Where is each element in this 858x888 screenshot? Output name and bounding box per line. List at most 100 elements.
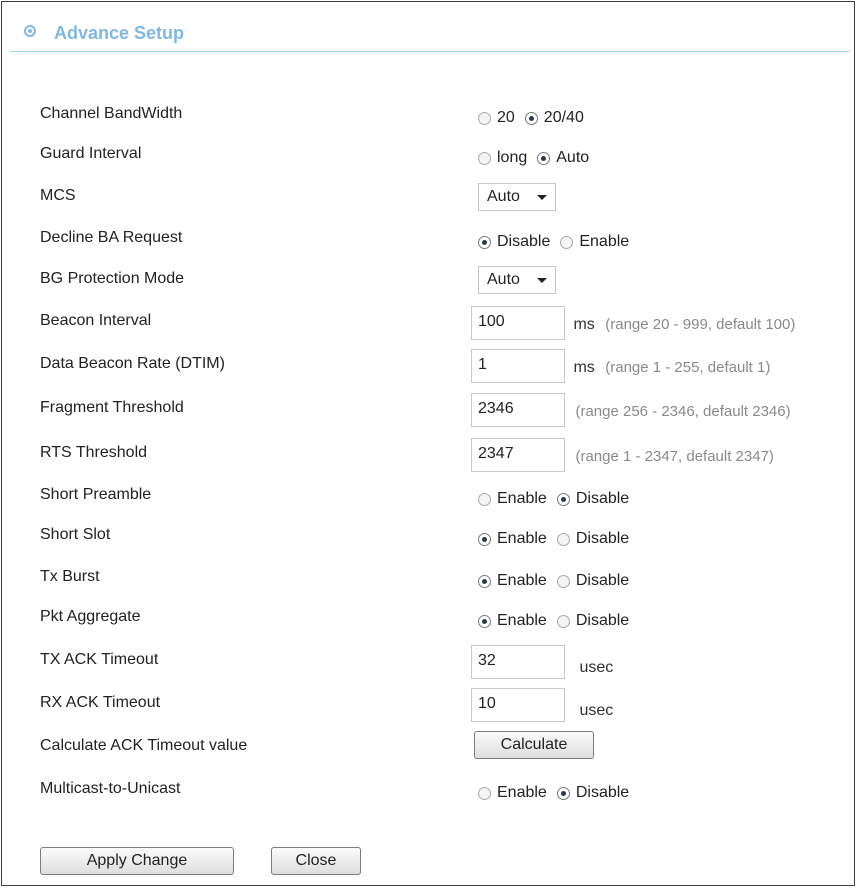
row-fragment-threshold: Fragment Threshold 2346 (range 256 - 234… xyxy=(2,393,858,439)
row-rx-ack-timeout: RX ACK Timeout 10 usec xyxy=(2,688,858,734)
fragment-threshold-input[interactable]: 2346 xyxy=(471,393,565,427)
calculate-ack-label: Calculate ACK Timeout value xyxy=(40,737,248,754)
guard-interval-radio-group: long Auto xyxy=(478,147,599,169)
decline-ba-request-radio-group: Disable Enable xyxy=(478,231,639,253)
data-beacon-rate-input[interactable]: 1 xyxy=(471,349,565,383)
row-multicast-to-unicast: Multicast-to-Unicast Enable Disable xyxy=(2,780,858,820)
mcs-select[interactable]: Auto xyxy=(478,183,556,211)
row-mcs: MCS Auto xyxy=(2,183,858,227)
radio-button-selected-icon[interactable] xyxy=(556,786,570,800)
decline-ba-option-disable[interactable]: Disable xyxy=(478,233,550,251)
tx-burst-option-disable[interactable]: Disable xyxy=(556,572,629,590)
radio-button-icon[interactable] xyxy=(478,111,491,125)
pkt-aggregate-radio-group: Enable Disable xyxy=(478,610,639,632)
row-rts-threshold: RTS Threshold 2347 (range 1 - 2347, defa… xyxy=(2,438,858,484)
multicast-to-unicast-label: Multicast-to-Unicast xyxy=(40,780,181,797)
tx-ack-timeout-unit: usec xyxy=(579,659,614,676)
radio-button-selected-icon[interactable] xyxy=(478,235,491,249)
row-guard-interval: Guard Interval long Auto xyxy=(2,145,858,185)
short-slot-option-disable[interactable]: Disable xyxy=(556,530,629,548)
tx-burst-radio-group: Enable Disable xyxy=(478,570,639,592)
data-beacon-rate-unit: ms xyxy=(573,359,595,376)
beacon-interval-hint: (range 20 - 999, default 100) xyxy=(605,316,796,333)
advance-setup-panel: Advance Setup Channel BandWidth 20 20/40… xyxy=(1,1,855,886)
fragment-threshold-control: 2346 (range 256 - 2346, default 2346) xyxy=(471,393,791,439)
channel-bandwidth-option-20[interactable]: 20 xyxy=(478,109,515,127)
multicast-to-unicast-radio-group: Enable Disable xyxy=(478,782,639,804)
rx-ack-timeout-control: 10 usec xyxy=(471,688,613,734)
guard-interval-option-long[interactable]: long xyxy=(478,149,527,167)
decline-ba-option-enable[interactable]: Enable xyxy=(560,233,629,251)
calculate-control: Calculate xyxy=(474,731,594,771)
pkt-aggregate-option-enable[interactable]: Enable xyxy=(478,612,547,630)
channel-bandwidth-radio-group: 20 20/40 xyxy=(478,107,594,129)
row-data-beacon-rate: Data Beacon Rate (DTIM) 1 ms (range 1 - … xyxy=(2,349,858,395)
short-preamble-option-enable[interactable]: Enable xyxy=(478,490,547,508)
apply-change-button[interactable]: Apply Change xyxy=(40,847,234,875)
radio-button-icon[interactable] xyxy=(556,532,570,546)
bg-protection-control: Auto xyxy=(478,266,556,310)
chevron-down-icon xyxy=(537,194,547,200)
target-icon xyxy=(24,25,36,37)
radio-button-icon[interactable] xyxy=(478,786,491,800)
tx-ack-timeout-input[interactable]: 32 xyxy=(471,645,565,679)
beacon-interval-unit: ms xyxy=(573,316,595,333)
row-bg-protection-mode: BG Protection Mode Auto xyxy=(2,266,858,310)
rts-threshold-label: RTS Threshold xyxy=(40,444,148,461)
beacon-interval-label: Beacon Interval xyxy=(40,312,152,329)
page-title: Advance Setup xyxy=(54,23,185,43)
radio-button-selected-icon[interactable] xyxy=(478,532,491,546)
rx-ack-timeout-label: RX ACK Timeout xyxy=(40,694,161,711)
fragment-threshold-hint: (range 256 - 2346, default 2346) xyxy=(575,403,791,420)
pkt-aggregate-label: Pkt Aggregate xyxy=(40,608,141,625)
short-preamble-label: Short Preamble xyxy=(40,486,152,503)
channel-bandwidth-option-20-40[interactable]: 20/40 xyxy=(524,109,584,127)
radio-button-selected-icon[interactable] xyxy=(524,111,538,125)
chevron-down-icon xyxy=(537,277,547,283)
data-beacon-rate-control: 1 ms (range 1 - 255, default 1) xyxy=(471,349,771,395)
row-decline-ba-request: Decline BA Request Disable Enable xyxy=(2,229,858,269)
short-slot-radio-group: Enable Disable xyxy=(478,528,639,550)
radio-button-selected-icon[interactable] xyxy=(556,492,570,506)
radio-button-icon[interactable] xyxy=(560,235,574,249)
short-preamble-option-disable[interactable]: Disable xyxy=(556,490,629,508)
tx-burst-label: Tx Burst xyxy=(40,568,100,585)
decline-ba-request-label: Decline BA Request xyxy=(40,229,183,246)
radio-button-selected-icon[interactable] xyxy=(478,574,491,588)
short-slot-option-enable[interactable]: Enable xyxy=(478,530,547,548)
radio-button-selected-icon[interactable] xyxy=(478,614,491,628)
guard-interval-option-auto[interactable]: Auto xyxy=(537,149,589,167)
row-channel-bandwidth: Channel BandWidth 20 20/40 xyxy=(2,105,858,145)
radio-button-icon[interactable] xyxy=(556,614,570,628)
row-pkt-aggregate: Pkt Aggregate Enable Disable xyxy=(2,608,858,648)
close-button[interactable]: Close xyxy=(271,847,361,875)
tx-ack-timeout-label: TX ACK Timeout xyxy=(40,651,159,668)
tx-ack-timeout-control: 32 usec xyxy=(471,645,614,691)
radio-button-icon[interactable] xyxy=(478,151,491,165)
short-preamble-radio-group: Enable Disable xyxy=(478,488,639,510)
multicast-option-enable[interactable]: Enable xyxy=(478,784,547,802)
row-tx-ack-timeout: TX ACK Timeout 32 usec xyxy=(2,645,858,691)
radio-button-icon[interactable] xyxy=(556,574,570,588)
bg-protection-mode-select[interactable]: Auto xyxy=(478,266,556,294)
mcs-label: MCS xyxy=(40,187,76,204)
tx-burst-option-enable[interactable]: Enable xyxy=(478,572,547,590)
row-short-preamble: Short Preamble Enable Disable xyxy=(2,486,858,526)
beacon-interval-input[interactable]: 100 xyxy=(471,306,565,340)
beacon-interval-control: 100 ms (range 20 - 999, default 100) xyxy=(471,306,796,352)
radio-button-icon[interactable] xyxy=(478,492,491,506)
row-calculate-ack: Calculate ACK Timeout value Calculate xyxy=(2,731,858,777)
short-slot-label: Short Slot xyxy=(40,526,111,543)
radio-button-selected-icon[interactable] xyxy=(537,151,551,165)
calculate-button[interactable]: Calculate xyxy=(474,731,594,759)
rx-ack-timeout-input[interactable]: 10 xyxy=(471,688,565,722)
data-beacon-rate-hint: (range 1 - 255, default 1) xyxy=(605,359,771,376)
guard-interval-label: Guard Interval xyxy=(40,145,142,162)
row-tx-burst: Tx Burst Enable Disable xyxy=(2,568,858,608)
row-short-slot: Short Slot Enable Disable xyxy=(2,526,858,566)
panel-header: Advance Setup xyxy=(10,14,850,52)
multicast-option-disable[interactable]: Disable xyxy=(556,784,629,802)
fragment-threshold-label: Fragment Threshold xyxy=(40,399,184,416)
rts-threshold-input[interactable]: 2347 xyxy=(471,438,565,472)
pkt-aggregate-option-disable[interactable]: Disable xyxy=(556,612,629,630)
